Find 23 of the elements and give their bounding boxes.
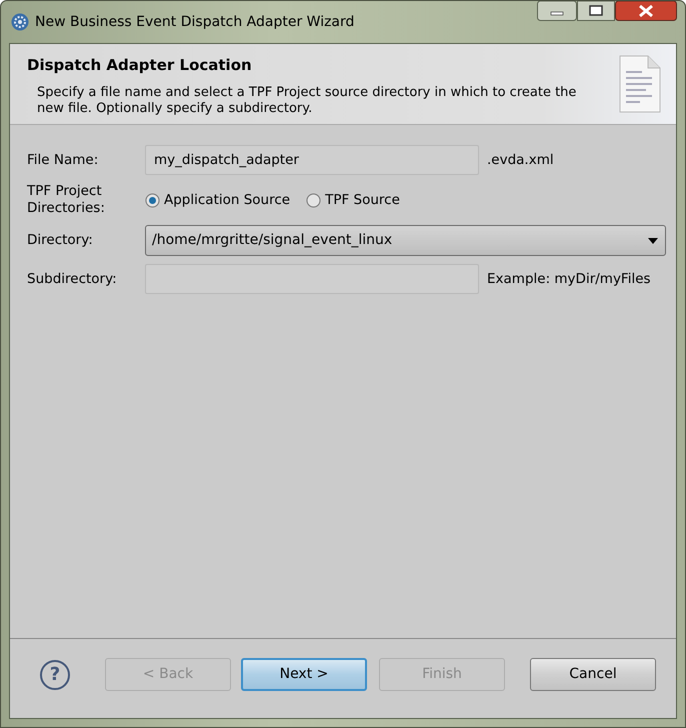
file-name-field[interactable]: my_dispatch_adapter	[145, 145, 479, 176]
page-title: Dispatch Adapter Location	[27, 55, 253, 76]
page-description: Specify a file name and select a TPF Project source directory in which to create the new file. Optionally specify a subdirectory.	[36, 84, 578, 118]
wizard-button[interactable]: Next >	[241, 658, 367, 691]
minimize-button[interactable]	[537, 1, 577, 21]
radio-label[interactable]: Application Source	[164, 190, 290, 210]
wizard-button[interactable]: Cancel	[530, 658, 656, 691]
suffix-label: .evda.xml	[487, 151, 555, 170]
field-label: TPF Project Directories:	[27, 183, 106, 218]
field-label: Directory:	[27, 231, 94, 250]
close-button[interactable]	[615, 1, 677, 21]
radio-label[interactable]: TPF Source	[325, 190, 400, 210]
help-icon[interactable]: ?	[40, 660, 70, 690]
hint-text: Example: myDir/myFiles	[487, 270, 652, 289]
directory-dropdown[interactable]: /home/mrgritte/signal_event_linux	[145, 225, 666, 256]
maximize-button[interactable]	[577, 1, 615, 21]
caret-icon	[647, 236, 659, 245]
radio-button[interactable]	[306, 192, 322, 208]
app-gear-icon	[11, 13, 29, 31]
window-title: New Business Event Dispatch Adapter Wizard	[35, 12, 354, 32]
field-label: File Name:	[27, 151, 100, 170]
field-label: Subdirectory:	[27, 270, 118, 289]
radio-button[interactable]	[145, 192, 160, 208]
